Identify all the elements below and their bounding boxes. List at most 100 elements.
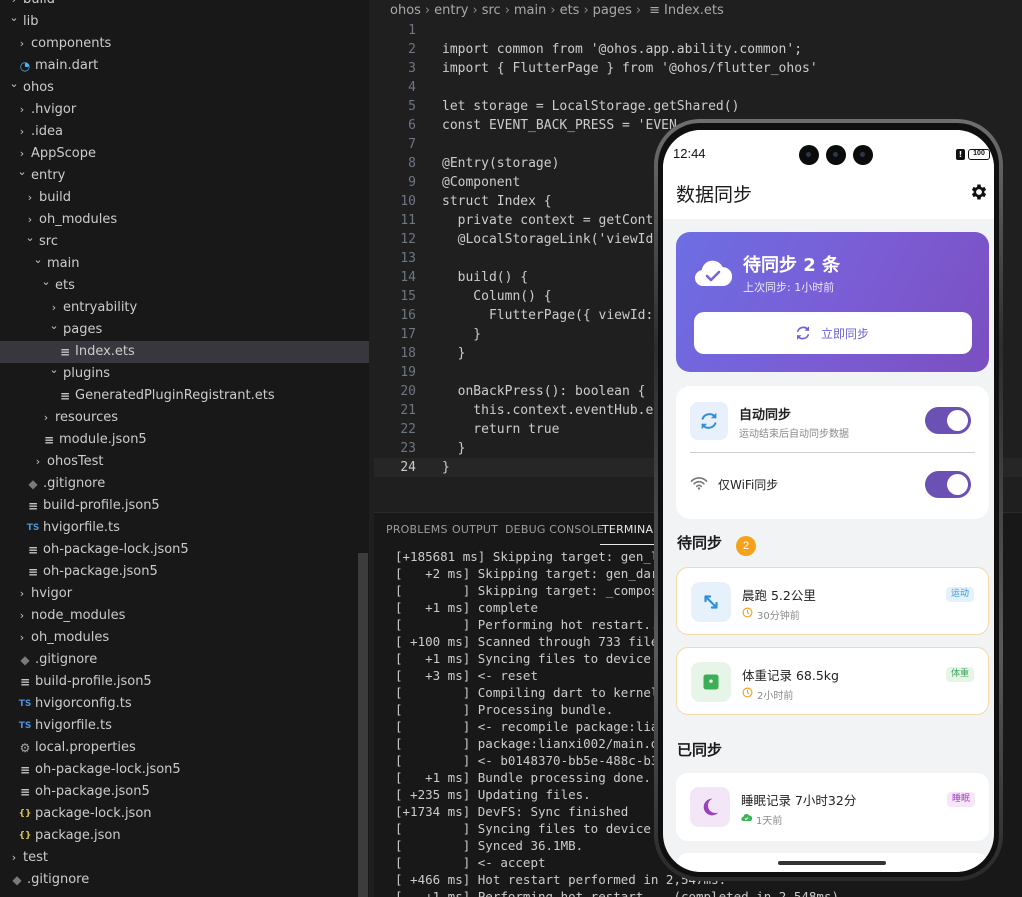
tree-item-label: plugins xyxy=(63,366,110,381)
folder-item[interactable]: › hvigor xyxy=(0,583,369,605)
wifi-only-toggle[interactable] xyxy=(925,471,971,498)
tree-item-label: ets xyxy=(55,278,75,293)
breadcrumb-item[interactable]: entry xyxy=(434,3,468,18)
sync-now-button[interactable]: 立即同步 xyxy=(694,312,972,354)
chevron-right-icon[interactable]: › xyxy=(16,121,28,143)
file-item[interactable]: ≡ build-profile.json5 xyxy=(0,495,369,517)
line-number: 15 xyxy=(400,289,416,304)
folder-item[interactable]: ›build xyxy=(0,0,369,11)
tree-item-label: oh-package.json5 xyxy=(35,784,150,799)
breadcrumb-item[interactable]: src xyxy=(482,3,501,18)
folder-item[interactable]: › components xyxy=(0,33,369,55)
file-item[interactable]: {} package-lock.json xyxy=(0,803,369,825)
tree-item-label: module.json5 xyxy=(59,432,147,447)
explorer-scrollbar[interactable] xyxy=(358,553,368,897)
folder-item[interactable]: › .hvigor xyxy=(0,99,369,121)
breadcrumb-item[interactable]: Index.ets xyxy=(664,3,724,18)
record-card-weight[interactable]: 体重记录 68.5kg 2小时前 体重 xyxy=(676,647,989,715)
folder-item[interactable]: › node_modules xyxy=(0,605,369,627)
chevron-down-icon[interactable]: ⌄ xyxy=(16,161,28,183)
file-item[interactable]: ◆ .gitignore xyxy=(0,473,369,495)
folder-item[interactable]: › resources xyxy=(0,407,369,429)
file-item[interactable]: ≡ oh-package-lock.json5 xyxy=(0,539,369,561)
record-card-sleep[interactable]: 睡眠记录 7小时32分 1天前 睡眠 xyxy=(676,773,989,841)
battery-icon: 100 xyxy=(968,149,990,160)
file-item[interactable]: TS hvigorfile.ts xyxy=(0,715,369,737)
chevron-down-icon[interactable]: ⌄ xyxy=(8,73,20,95)
folder-item[interactable]: ⌄ ohos xyxy=(0,77,369,99)
file-item[interactable]: TS hvigorfile.ts xyxy=(0,517,369,539)
terminal-line: [ +1 ms] complete xyxy=(395,600,538,615)
folder-item[interactable]: ⌄ lib xyxy=(0,11,369,33)
folder-item[interactable]: › .idea xyxy=(0,121,369,143)
line-number: 20 xyxy=(400,384,416,399)
chevron-right-icon[interactable]: › xyxy=(16,583,28,605)
app-bar: 数据同步 xyxy=(663,174,994,219)
folder-item[interactable]: ⌄ src xyxy=(0,231,369,253)
breadcrumb-item[interactable]: ets xyxy=(560,3,580,18)
chevron-down-icon[interactable]: ⌄ xyxy=(48,359,60,381)
file-item[interactable]: ≡ oh-package.json5 xyxy=(0,781,369,803)
tab-problems[interactable]: PROBLEMS xyxy=(386,523,448,536)
chevron-right-icon[interactable]: › xyxy=(16,33,28,55)
file-item[interactable]: {} package.json xyxy=(0,825,369,847)
chevron-down-icon[interactable]: ⌄ xyxy=(40,271,52,293)
tab-debug-console[interactable]: DEBUG CONSOLE xyxy=(505,523,604,536)
folder-item[interactable]: › ohosTest xyxy=(0,451,369,473)
file-item[interactable]: TS hvigorconfig.ts xyxy=(0,693,369,715)
last-sync-time: 上次同步: 1小时前 xyxy=(743,281,835,294)
breadcrumb-item[interactable]: pages xyxy=(593,3,632,18)
folder-item[interactable]: ⌄ main xyxy=(0,253,369,275)
chevron-down-icon[interactable]: ⌄ xyxy=(48,315,60,337)
chevron-down-icon[interactable]: ⌄ xyxy=(32,249,44,271)
tree-item-label: local.properties xyxy=(35,740,136,755)
file-item[interactable]: ◆ .gitignore xyxy=(0,869,369,891)
tree-item-label: build xyxy=(23,0,55,11)
code-text: } xyxy=(442,327,482,342)
chevron-right-icon[interactable]: › xyxy=(16,605,28,627)
breadcrumb-item[interactable]: main xyxy=(514,3,546,18)
tab-output[interactable]: OUTPUT xyxy=(452,523,498,536)
folder-item[interactable]: ›build xyxy=(0,187,369,209)
code-text: FlutterPage({ viewId: xyxy=(442,308,654,323)
folder-item[interactable]: ⌄ ets xyxy=(0,275,369,297)
file-item[interactable]: ≡ oh-package-lock.json5 xyxy=(0,759,369,781)
chevron-right-icon[interactable]: › xyxy=(16,99,28,121)
file-item[interactable]: ≡ build-profile.json5 xyxy=(0,671,369,693)
folder-item[interactable]: › oh_modules xyxy=(0,627,369,649)
lines-icon: ≡ xyxy=(649,3,661,18)
folder-item[interactable]: › test xyxy=(0,847,369,869)
record-card-run[interactable]: 晨跑 5.2公里 30分钟前 运动 xyxy=(676,567,989,635)
code-text: } xyxy=(442,441,466,456)
tree-item-label: entryability xyxy=(63,300,138,315)
folder-item[interactable]: ⌄ entry xyxy=(0,165,369,187)
chevron-right-icon[interactable]: › xyxy=(32,451,44,473)
file-item[interactable]: ≡ GeneratedPluginRegistrant.ets xyxy=(0,385,369,407)
code-text: struct Index { xyxy=(442,194,552,209)
chevron-down-icon[interactable]: ⌄ xyxy=(8,7,20,29)
file-item[interactable]: ≡ module.json5 xyxy=(0,429,369,451)
file-item[interactable]: ◆ .gitignore xyxy=(0,649,369,671)
terminal-line: [ ] Compiling dart to kernel w xyxy=(395,685,674,700)
tree-item-label: .gitignore xyxy=(35,652,98,667)
folder-item[interactable]: › AppScope xyxy=(0,143,369,165)
chevron-down-icon[interactable]: ⌄ xyxy=(24,227,36,249)
file-item[interactable]: ◔ main.dart xyxy=(0,55,369,77)
chevron-right-icon[interactable]: › xyxy=(40,407,52,429)
chevron-right-icon[interactable]: › xyxy=(16,627,28,649)
folder-item[interactable]: ⌄ pages xyxy=(0,319,369,341)
tab-terminal[interactable]: TERMINAL xyxy=(600,523,662,545)
folder-item[interactable]: › oh_modules xyxy=(0,209,369,231)
tree-item-label: .gitignore xyxy=(27,872,90,887)
file-item[interactable]: ⚙ local.properties xyxy=(0,737,369,759)
home-indicator[interactable] xyxy=(778,861,886,865)
sync-now-label: 立即同步 xyxy=(821,327,870,341)
folder-item[interactable]: ⌄ plugins xyxy=(0,363,369,385)
breadcrumb-item[interactable]: ohos xyxy=(390,3,421,18)
file-item[interactable]: ≡ oh-package.json5 xyxy=(0,561,369,583)
chevron-right-icon[interactable]: › xyxy=(8,847,20,869)
gear-icon[interactable] xyxy=(969,182,989,202)
chevron-right-icon[interactable]: › xyxy=(24,187,36,209)
tree-item-label: lib xyxy=(23,14,39,29)
auto-sync-toggle[interactable] xyxy=(925,407,971,434)
